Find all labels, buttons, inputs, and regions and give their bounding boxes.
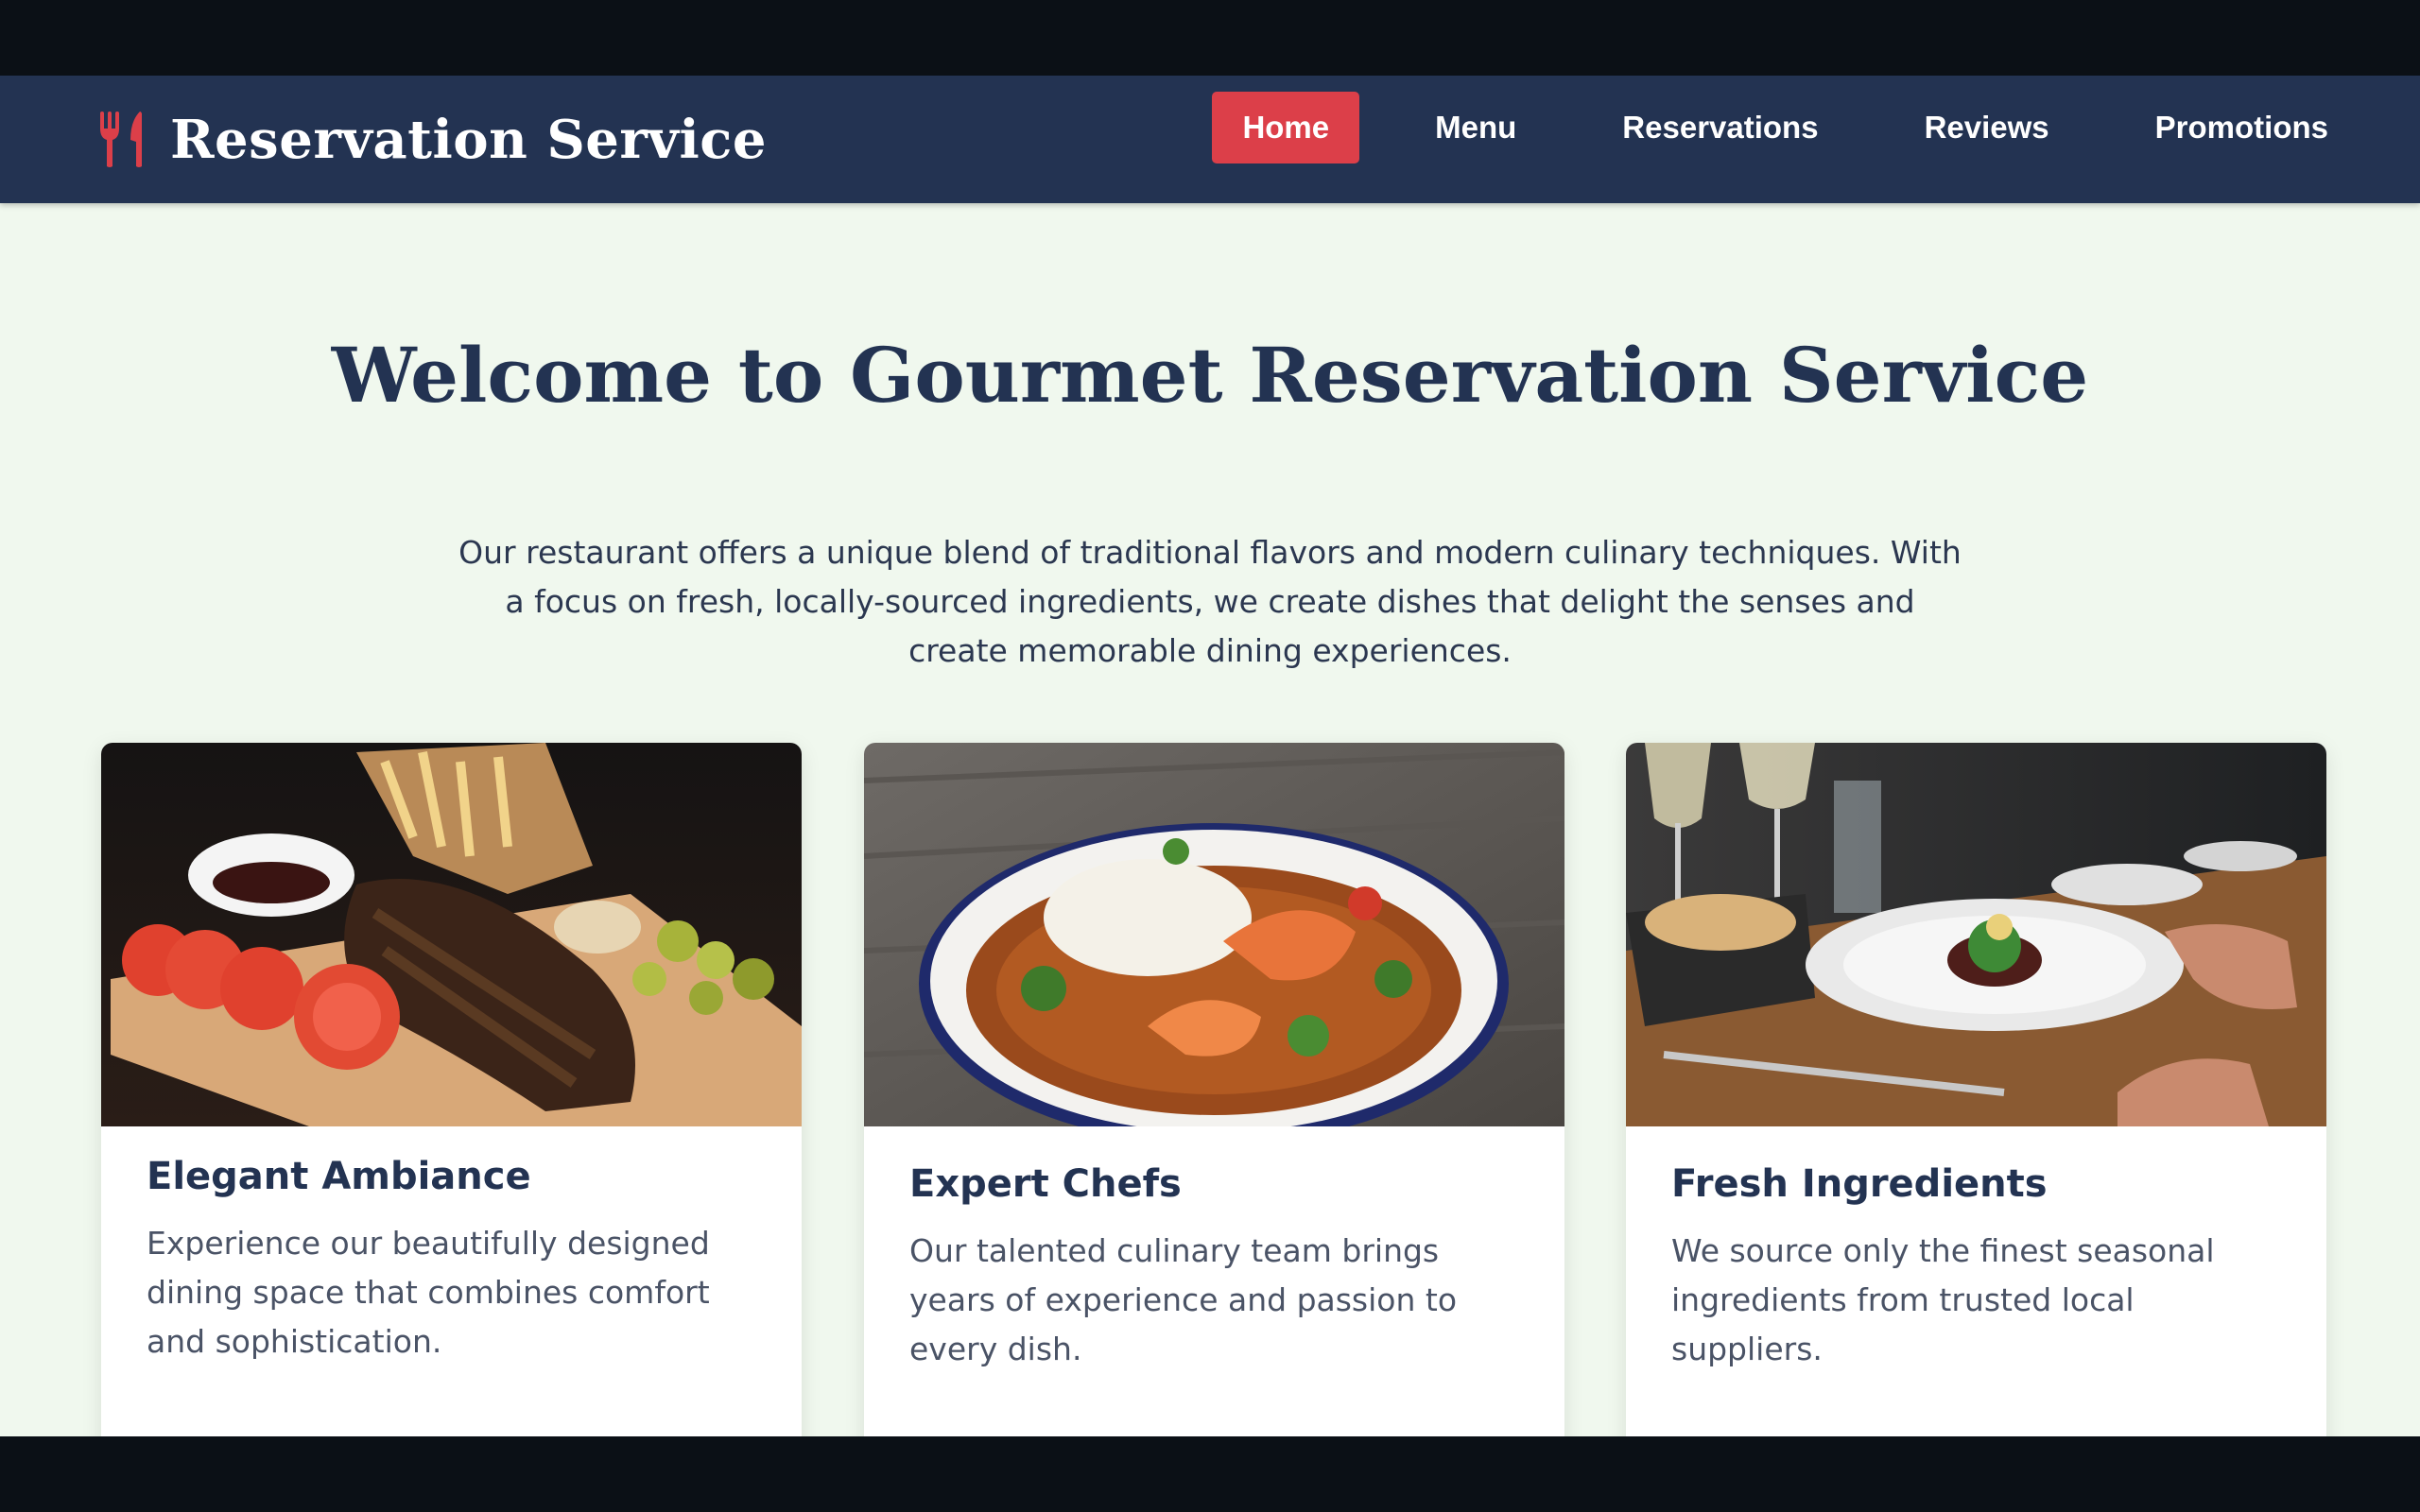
nav-reservations-link[interactable]: Reservations [1592,92,1848,163]
bottom-letterbox [0,1436,2420,1512]
feature-title: Fresh Ingredients [1671,1162,2048,1206]
main-nav: Home Menu Reservations Reviews Promotion… [1167,92,2359,163]
grilled-ribs-platter-photo [101,743,802,1126]
utensils-icon [98,112,149,168]
nav-menu-link[interactable]: Menu [1405,92,1547,163]
feature-text: Experience our beautifully designed dini… [147,1225,710,1360]
fine-dining-table-photo [1626,743,2326,1126]
shrimp-curry-bowl-photo [864,743,1564,1126]
top-letterbox [0,0,2420,76]
hero-title: Welcome to Gourmet Reservation Service [331,331,2089,420]
nav-promotions-link[interactable]: Promotions [2125,92,2359,163]
feature-text: Our talented culinary team brings years … [909,1232,1458,1367]
brand-title: Reservation Service [170,109,767,171]
brand-logo[interactable]: Reservation Service [98,98,767,181]
feature-title: Expert Chefs [909,1162,1182,1206]
nav-reviews-link[interactable]: Reviews [1894,92,2080,163]
feature-card-chefs: Expert Chefs Our talented culinary team … [864,743,1564,1436]
feature-title: Elegant Ambiance [147,1155,531,1198]
nav-home-link[interactable]: Home [1212,92,1360,163]
page-viewport[interactable]: Reservation Service Home Menu Reservatio… [0,76,2420,1436]
navbar: Reservation Service Home Menu Reservatio… [0,76,2420,203]
hero-description: Our restaurant offers a unique blend of … [458,534,1962,669]
feature-card-ingredients: Fresh Ingredients We source only the fin… [1626,743,2326,1436]
feature-card-ambiance: Elegant Ambiance Experience our beautifu… [101,743,802,1436]
feature-text: We source only the finest seasonal ingre… [1671,1232,2215,1367]
